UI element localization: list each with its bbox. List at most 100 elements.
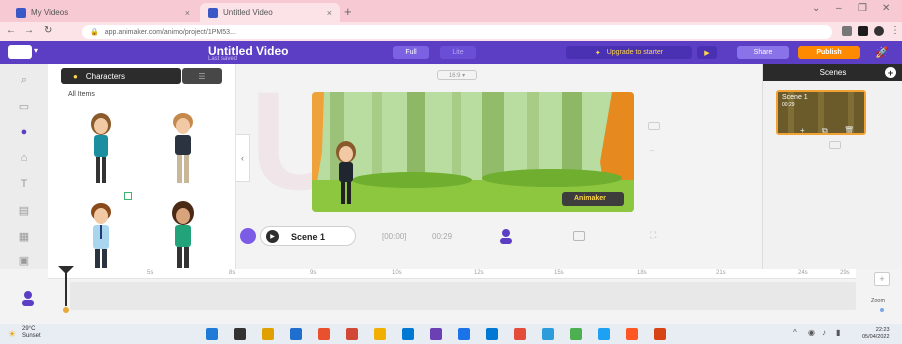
taskbar-app-icon[interactable] xyxy=(514,328,526,340)
stage-more-icon[interactable]: – xyxy=(650,146,654,155)
scenes-header: Scenes xyxy=(763,64,902,81)
full-mode-button[interactable]: Full xyxy=(393,46,429,59)
taskbar-app-icon[interactable] xyxy=(570,328,582,340)
timeline-ruler[interactable]: 5s 8s 9s 10s 12s 15s 18s 21s 24s 29s xyxy=(48,269,856,279)
chevron-up-icon[interactable]: ^ xyxy=(793,328,797,337)
volume-icon[interactable]: ♪ xyxy=(822,328,826,337)
more-icon[interactable]: ▣ xyxy=(16,254,32,268)
template-icon[interactable]: ▭ xyxy=(16,100,32,114)
chevron-down-icon[interactable]: ▾ xyxy=(34,46,38,55)
network-icon[interactable]: ◉ xyxy=(808,328,815,337)
video-stage[interactable]: Animaker xyxy=(312,92,634,212)
bg-icon[interactable]: ▤ xyxy=(16,204,32,218)
current-time: [00:00] xyxy=(382,232,407,241)
close-icon[interactable]: × xyxy=(327,8,332,18)
browser-menu-icon[interactable]: ⋮ xyxy=(890,25,900,36)
character-item[interactable] xyxy=(148,104,218,188)
add-character-icon[interactable] xyxy=(498,228,514,244)
minimize-button[interactable]: – xyxy=(836,3,842,14)
scene-play-pill[interactable]: ▶ Scene 1 xyxy=(260,226,356,246)
taskbar-app-icon[interactable] xyxy=(654,328,666,340)
stage-resize-icon[interactable] xyxy=(648,122,660,130)
props-icon[interactable]: ⌂ xyxy=(16,152,32,166)
playhead[interactable] xyxy=(56,266,76,316)
animaker-logo[interactable] xyxy=(8,45,32,59)
taskbar-app-icon[interactable] xyxy=(598,328,610,340)
taskbar-app-icon[interactable] xyxy=(318,328,330,340)
close-icon[interactable]: × xyxy=(185,8,190,18)
taskbar-app-icon[interactable] xyxy=(430,328,442,340)
save-status: Last saved xyxy=(208,56,238,62)
character-item[interactable] xyxy=(66,104,136,188)
media-icon[interactable]: ▦ xyxy=(16,230,32,244)
publish-button[interactable]: Publish xyxy=(798,46,860,59)
zoom-in-button[interactable]: + xyxy=(874,272,890,286)
lite-mode-button[interactable]: Lite xyxy=(440,46,476,59)
tab-characters[interactable]: ● Characters xyxy=(61,68,181,84)
preview-play-button[interactable]: ▶ xyxy=(697,46,717,59)
zoom-slider[interactable] xyxy=(880,308,884,312)
taskbar-app-icon[interactable] xyxy=(486,328,498,340)
taskbar-app-icon[interactable] xyxy=(234,328,246,340)
delete-icon[interactable]: 🗑 xyxy=(844,126,854,133)
tab-search-icon[interactable]: ⌄ xyxy=(812,3,820,14)
tab-character-builder[interactable]: ☰ xyxy=(182,68,222,84)
taskbar-app-icon[interactable] xyxy=(346,328,358,340)
tab-my-videos[interactable]: My Videos × xyxy=(8,3,198,22)
tab-label: My Videos xyxy=(31,8,69,17)
system-clock[interactable]: 22:23 05/04/2022 xyxy=(862,327,890,341)
text-icon[interactable]: T xyxy=(16,178,32,192)
taskbar-app-icon[interactable] xyxy=(402,328,414,340)
image-icon[interactable] xyxy=(573,231,585,241)
tab-label: Characters xyxy=(85,71,125,81)
builder-icon: ☰ xyxy=(198,71,206,81)
share-button[interactable]: Share xyxy=(737,46,789,59)
sidebar-icon[interactable] xyxy=(858,26,868,36)
url-field[interactable]: 🔒 app.animaker.com/animo/project/1PM53..… xyxy=(82,25,832,39)
tick-label: 9s xyxy=(310,270,317,276)
character-track-icon[interactable] xyxy=(20,290,36,306)
maximize-button[interactable]: ❐ xyxy=(858,3,867,14)
crown-icon: ✦ xyxy=(594,49,601,57)
taskbar-app-icon[interactable] xyxy=(290,328,302,340)
lock-icon: 🔒 xyxy=(90,29,99,36)
taskbar-app-icon[interactable] xyxy=(206,328,218,340)
taskbar-app-icon[interactable] xyxy=(542,328,554,340)
left-tool-rail: ⌕ ▭ ● ⌂ T ▤ ▦ ▣ xyxy=(0,64,48,269)
character-item[interactable] xyxy=(148,196,218,280)
duplicate-icon[interactable]: ⧉ xyxy=(822,126,828,133)
character-icon[interactable]: ● xyxy=(16,126,32,140)
add-icon[interactable]: + xyxy=(800,126,805,133)
all-items-label: All Items xyxy=(68,91,95,98)
forward-icon[interactable]: → xyxy=(24,25,34,36)
close-window-button[interactable]: ✕ xyxy=(882,3,890,14)
extension-icon[interactable] xyxy=(842,26,852,36)
taskbar-app-icon[interactable] xyxy=(458,328,470,340)
reload-icon[interactable]: ↻ xyxy=(44,25,52,36)
animaker-favicon xyxy=(208,7,218,18)
tick-label: 8s xyxy=(229,270,236,276)
taskbar-app-icon[interactable] xyxy=(262,328,274,340)
timeline-track[interactable] xyxy=(70,282,856,310)
new-tab-button[interactable]: + xyxy=(344,4,352,19)
add-scene-button[interactable]: + xyxy=(885,67,896,78)
upgrade-button[interactable]: ✦ Upgrade to starter xyxy=(566,46,692,59)
taskbar-app-icon[interactable] xyxy=(374,328,386,340)
prev-scene-button[interactable] xyxy=(240,228,256,244)
rocket-icon[interactable]: 🚀 xyxy=(868,46,896,59)
effects-icon[interactable]: ⛶ xyxy=(650,230,656,241)
profile-avatar[interactable] xyxy=(874,26,884,36)
scene-thumbnail[interactable]: Scene 1 00:29 + ⧉ 🗑 xyxy=(776,90,866,135)
scene-name: Scene 1 xyxy=(782,94,808,101)
taskbar-app-icon[interactable] xyxy=(626,328,638,340)
search-icon[interactable]: ⌕ xyxy=(16,74,32,88)
character-item[interactable] xyxy=(66,196,136,280)
weather-widget[interactable]: 29°C Sunset xyxy=(22,326,41,340)
tab-untitled-video[interactable]: Untitled Video × xyxy=(200,3,340,22)
battery-icon[interactable]: ▮ xyxy=(836,328,840,337)
scene-transition-icon[interactable] xyxy=(829,141,841,149)
back-icon[interactable]: ← xyxy=(6,25,16,36)
collapse-panel-button[interactable]: ‹ xyxy=(236,134,250,182)
aspect-ratio-dropdown[interactable]: 16:9 ▾ xyxy=(437,70,477,80)
play-icon[interactable]: ▶ xyxy=(266,230,279,243)
